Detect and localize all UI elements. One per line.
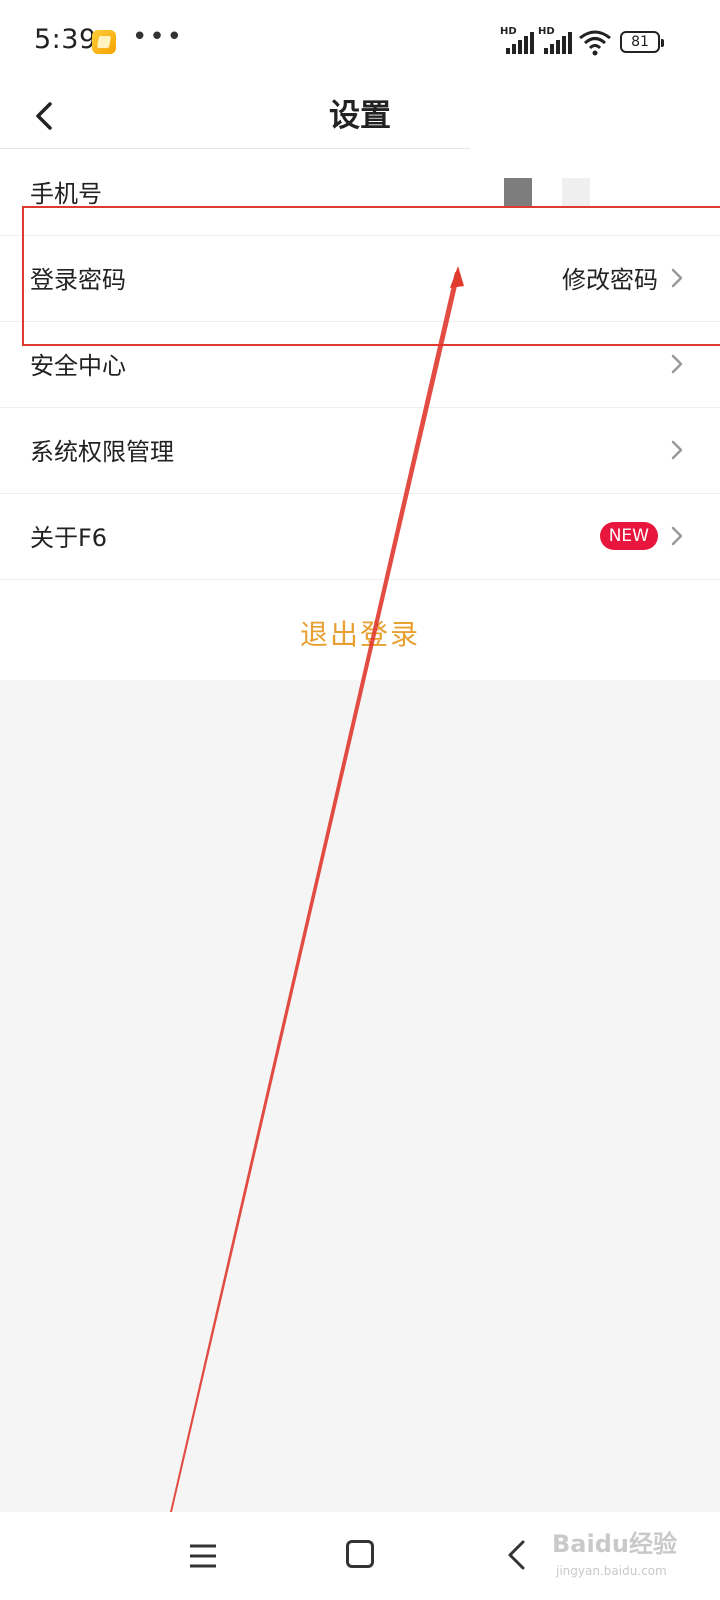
row-system-permissions[interactable]: 系统权限管理 [0,406,720,494]
masked-phone-block [504,178,532,206]
logout-button[interactable]: 退出登录 [0,590,720,680]
watermark-url: jingyan.baidu.com [556,1564,667,1578]
chevron-right-icon [671,440,683,460]
watermark: Baidu经验 jingyan.baidu.com [552,1518,702,1588]
header: 设置 [0,84,720,148]
status-bar: 5:39 ••• HD HD 81 [0,0,720,84]
back-icon[interactable] [504,1538,528,1572]
page-title: 设置 [329,98,391,134]
row-label: 手机号 [30,180,102,208]
menu-icon[interactable] [188,1542,218,1570]
chevron-right-icon [671,526,683,546]
app-notification-icon [92,30,116,54]
battery-icon: 81 [620,31,664,53]
chevron-right-icon [671,354,683,374]
row-label: 安全中心 [30,352,126,380]
battery-level: 81 [631,34,649,50]
signal-icon: HD [500,26,534,54]
row-about[interactable]: 关于F6 NEW [0,492,720,580]
signal-icon: HD [538,26,572,54]
annotation-highlight-box [22,206,720,346]
row-label: 系统权限管理 [30,438,174,466]
more-notifications-icon: ••• [132,22,185,52]
watermark-logo: Baidu经验 [552,1530,677,1558]
status-time: 5:39 [34,24,97,55]
new-badge: NEW [599,522,658,550]
wifi-icon [579,30,611,56]
masked-phone-block [562,178,590,206]
home-icon[interactable] [346,1540,374,1568]
row-label: 关于F6 [30,524,108,552]
